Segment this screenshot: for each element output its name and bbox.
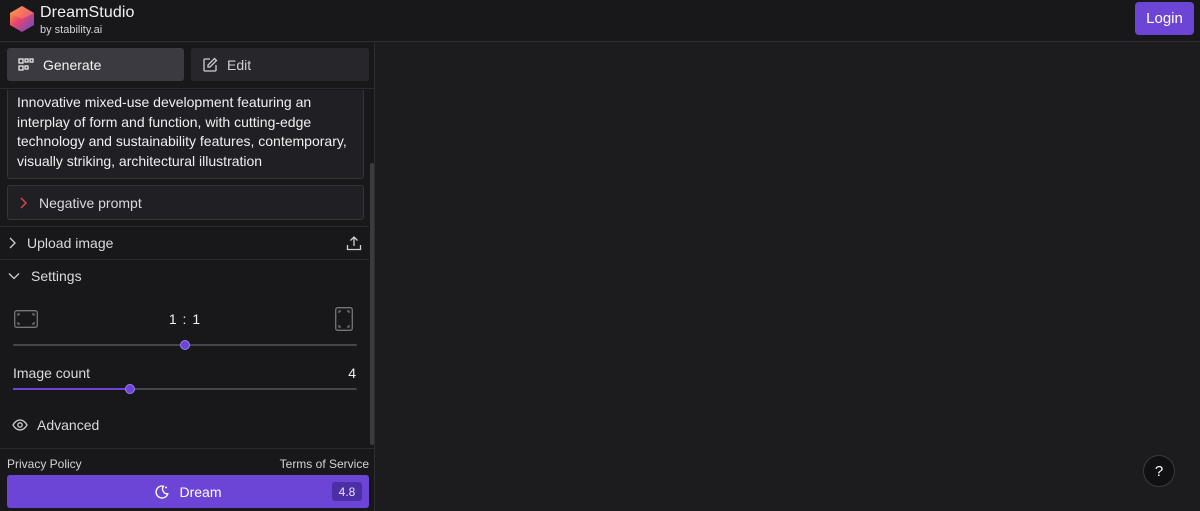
- dream-button[interactable]: Dream 4.8: [7, 475, 369, 508]
- upload-image-row[interactable]: Upload image: [0, 226, 369, 260]
- image-count-slider-fill: [13, 388, 130, 390]
- eye-icon: [12, 419, 28, 431]
- aspect-ratio-value: 1 : 1: [168, 311, 202, 327]
- help-button[interactable]: ?: [1143, 455, 1175, 487]
- login-button[interactable]: Login: [1135, 2, 1194, 35]
- landscape-aspect-icon[interactable]: [14, 310, 38, 328]
- mode-tabs: Generate Edit: [0, 43, 375, 89]
- image-count-slider[interactable]: [13, 384, 357, 394]
- settings-section-toggle[interactable]: Settings: [0, 260, 369, 292]
- settings-label: Settings: [31, 268, 82, 284]
- portrait-aspect-icon[interactable]: [335, 307, 353, 331]
- terms-of-service-link[interactable]: Terms of Service: [280, 457, 369, 471]
- image-count-slider-thumb[interactable]: [124, 384, 135, 394]
- tab-generate[interactable]: Generate: [7, 48, 184, 81]
- advanced-label: Advanced: [37, 417, 100, 433]
- grid-icon: [18, 57, 34, 71]
- image-count-label: Image count: [13, 365, 91, 381]
- chevron-right-icon: [9, 237, 16, 249]
- negative-prompt-toggle[interactable]: Negative prompt: [7, 185, 364, 220]
- advanced-toggle[interactable]: Advanced: [12, 415, 99, 435]
- chevron-down-icon: [8, 273, 20, 280]
- aspect-ratio-slider-thumb[interactable]: [180, 340, 190, 350]
- dream-button-label: Dream: [179, 483, 222, 500]
- sidebar-scrollbar[interactable]: [370, 163, 374, 445]
- dreamstudio-logo-icon: [10, 6, 34, 32]
- tab-edit[interactable]: Edit: [191, 48, 369, 81]
- sidebar-footer: Privacy Policy Terms of Service Dream 4.…: [0, 448, 375, 511]
- prompt-input[interactable]: Innovative mixed-use development featuri…: [7, 90, 364, 179]
- upload-image-label: Upload image: [27, 235, 114, 251]
- credits-badge: 4.8: [332, 482, 362, 501]
- negative-prompt-label: Negative prompt: [39, 194, 142, 211]
- privacy-policy-link[interactable]: Privacy Policy: [7, 457, 82, 471]
- tab-generate-label: Generate: [43, 56, 102, 73]
- sidebar: Generate Edit Innovative mixed-use devel…: [0, 43, 375, 511]
- chevron-right-icon: [20, 197, 27, 208]
- moon-icon: [155, 484, 170, 499]
- brand-name: DreamStudio: [40, 4, 135, 21]
- upload-icon[interactable]: [346, 235, 362, 251]
- tab-edit-label: Edit: [227, 56, 252, 73]
- image-count-value: 4: [348, 365, 356, 381]
- top-bar: DreamStudio by stability.ai Login: [0, 0, 1200, 42]
- aspect-ratio-slider[interactable]: [13, 340, 357, 350]
- edit-icon: [203, 57, 218, 72]
- brand-subtitle: by stability.ai: [40, 24, 103, 36]
